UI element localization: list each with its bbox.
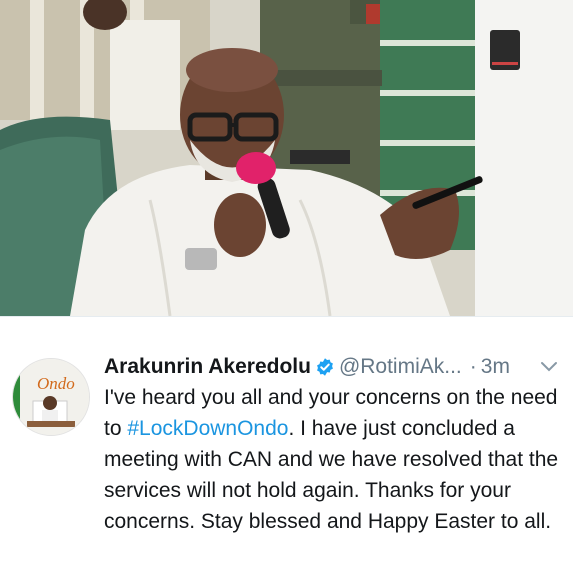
handle[interactable]: @RotimiAk... [339, 355, 462, 379]
photo-illustration [0, 0, 573, 316]
tweet-photo[interactable] [0, 0, 573, 316]
separator-dot: · [469, 355, 477, 378]
avatar[interactable]: Ondo [12, 358, 90, 436]
chevron-down-icon[interactable] [540, 360, 558, 374]
tweet-text: I've heard you all and your concerns on … [104, 382, 564, 537]
avatar-logo-text: Ondo [37, 374, 75, 393]
hashtag-link[interactable]: #LockDownOndo [127, 417, 288, 440]
timestamp[interactable]: 3m [481, 355, 510, 379]
divider [0, 316, 573, 317]
avatar-image: Ondo [13, 359, 89, 435]
tweet-card[interactable]: Ondo Arakunrin Akeredolu @RotimiAk... · … [0, 316, 573, 562]
display-name[interactable]: Arakunrin Akeredolu [104, 355, 311, 379]
tweet-header: Arakunrin Akeredolu @RotimiAk... · 3m [104, 354, 510, 380]
verified-badge-icon [317, 358, 333, 376]
